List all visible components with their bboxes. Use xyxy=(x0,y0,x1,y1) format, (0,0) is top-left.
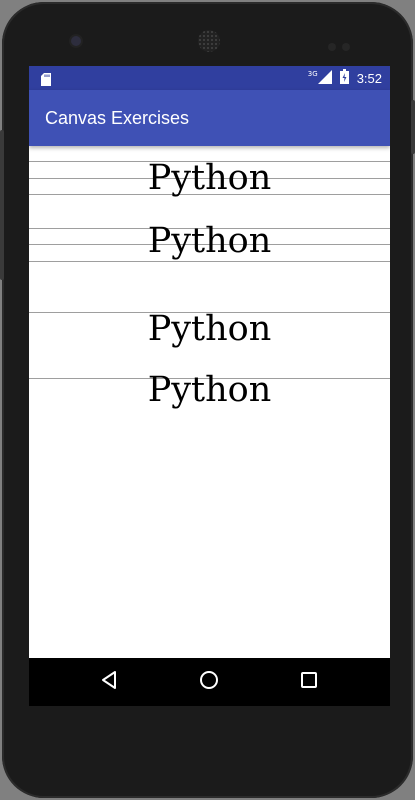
home-button[interactable] xyxy=(179,658,239,706)
recents-button[interactable] xyxy=(279,658,339,706)
volume-button xyxy=(0,130,4,280)
drawing-canvas: Python Python Python Python xyxy=(29,146,390,658)
recents-icon xyxy=(300,671,318,693)
back-button[interactable] xyxy=(79,658,139,706)
status-bar: 3G 3:52 xyxy=(29,66,390,90)
app-title: Canvas Exercises xyxy=(45,108,190,128)
power-button xyxy=(411,100,415,154)
canvas-text: Python xyxy=(147,309,272,349)
back-icon xyxy=(100,670,118,694)
network-type-label: 3G xyxy=(307,70,318,78)
screen: 3G 3:52 Canvas Exercises Python Python P… xyxy=(29,66,390,706)
sd-card-icon xyxy=(41,71,51,86)
canvas-text: Python xyxy=(147,158,272,198)
canvas-text: Python xyxy=(147,370,272,410)
guide-line xyxy=(29,261,390,262)
front-camera xyxy=(71,36,81,46)
app-bar: Canvas Exercises xyxy=(29,90,390,146)
battery-icon xyxy=(339,68,349,88)
status-icons: 3G 3:52 xyxy=(308,66,382,90)
phone-frame: 3G 3:52 Canvas Exercises Python Python P… xyxy=(0,2,415,798)
status-clock: 3:52 xyxy=(356,70,382,86)
earpiece-speaker xyxy=(198,30,220,52)
signal-icon xyxy=(317,69,332,88)
home-icon xyxy=(199,670,219,694)
navigation-bar xyxy=(29,658,390,706)
proximity-sensors xyxy=(328,36,358,51)
canvas-text: Python xyxy=(147,221,272,261)
